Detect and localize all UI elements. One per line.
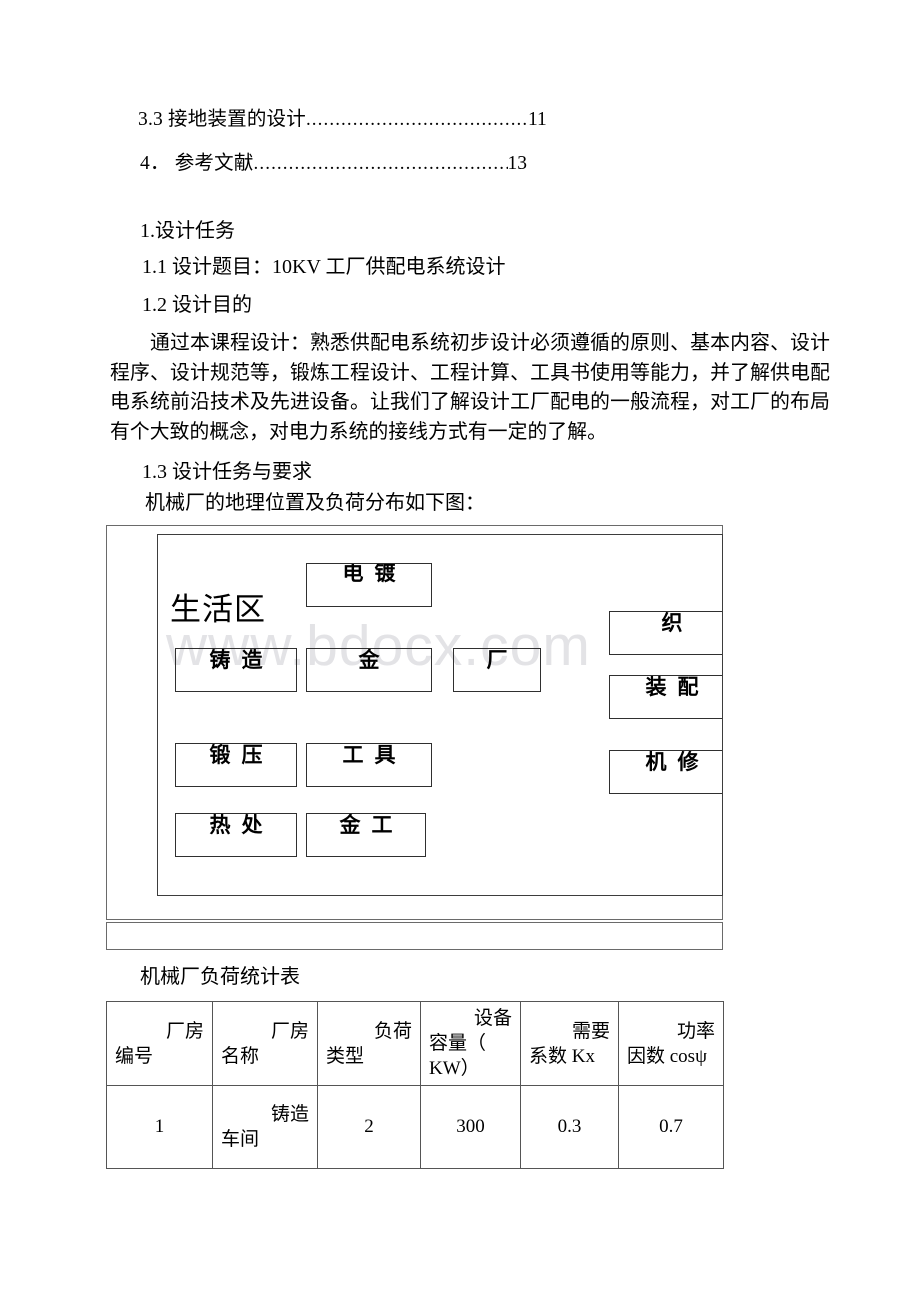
heading-section-1-1: 1.1 设计题目：10KV 工厂供配电系统设计 <box>142 256 506 278</box>
plant-box-label: 装配 <box>645 676 710 699</box>
table-header-plant-number: 厂房 编号 <box>106 1001 213 1086</box>
paragraph-design-purpose: 通过本课程设计：熟悉供配电系统初步设计必须遵循的原则、基本内容、设计程序、设计规… <box>110 332 830 443</box>
table-header-plant-name: 厂房 名称 <box>212 1001 318 1086</box>
plant-box-forging: 锻压 <box>175 743 297 787</box>
load-statistics-table: 厂房 编号 厂房 名称 负荷 类型 设备 容量（ KW） 需要 系数 Kx 功率… <box>106 1001 724 1169</box>
plant-box-label: 厂 <box>486 649 519 672</box>
plant-box-heat-treatment: 热处 <box>175 813 297 857</box>
table-header-load-type: 负荷 类型 <box>317 1001 421 1086</box>
heading-section-1: 1.设计任务 <box>140 220 235 242</box>
plant-box-electroplating: 电镀 <box>306 563 432 607</box>
table-caption: 机械厂负荷统计表 <box>140 966 300 988</box>
zone-label-living-area: 生活区 <box>170 592 266 627</box>
table-header-power-factor: 功率 因数 cosψ <box>618 1001 724 1086</box>
toc-dot-leader: ........................................… <box>305 109 528 130</box>
document-page: 3.3 接地装置的设计.............................… <box>0 0 920 1302</box>
plant-box-machine-repair: 机修 <box>609 750 722 794</box>
plant-box-assembly-hall: 金 <box>306 648 432 692</box>
figure-intro-text: 机械厂的地理位置及负荷分布如下图： <box>145 492 485 514</box>
heading-section-1-2: 1.2 设计目的 <box>142 294 252 316</box>
cell-plant-name: 铸造 车间 <box>212 1085 318 1169</box>
toc-entry-label: 3.3 接地装置的设计 <box>138 109 306 130</box>
toc-entry[interactable]: 3.3 接地装置的设计.............................… <box>138 98 798 142</box>
plant-box-label: 金工 <box>339 814 404 837</box>
cell-plant-number: 1 <box>106 1085 213 1169</box>
plant-box-tooling: 工具 <box>306 743 432 787</box>
cell-capacity: 300 <box>420 1085 521 1169</box>
table-header-row: 厂房 编号 厂房 名称 负荷 类型 设备 容量（ KW） 需要 系数 Kx 功率… <box>106 1001 724 1086</box>
plant-box-label: 热处 <box>209 814 274 837</box>
plant-box-label: 电镀 <box>342 563 407 585</box>
plant-box-label: 机修 <box>645 751 710 774</box>
plant-box-casting: 铸造 <box>175 648 297 692</box>
plant-layout-diagram: www.bdocx.com 生活区 电镀 铸造 金 厂 织 锻压 工具 装配 热… <box>157 534 723 896</box>
plant-box-weaving: 织 <box>609 611 722 655</box>
plant-box-label: 锻压 <box>209 744 274 767</box>
plant-box-label: 工具 <box>342 744 407 767</box>
plant-box-label: 铸造 <box>209 649 274 672</box>
heading-section-1-3: 1.3 设计任务与要求 <box>142 461 312 483</box>
toc-entry[interactable]: 4． 参考文献.................................… <box>138 142 798 186</box>
plant-box-label: 金 <box>358 649 391 672</box>
toc-dot-leader: ........................................… <box>253 153 508 174</box>
table-of-contents: 3.3 接地装置的设计.............................… <box>138 98 798 186</box>
toc-page-number: 13 <box>507 153 528 174</box>
plant-box-factory: 厂 <box>453 648 541 692</box>
cell-demand-factor: 0.3 <box>520 1085 619 1169</box>
table-header-demand-factor: 需要 系数 Kx <box>520 1001 619 1086</box>
toc-entry-label: 4． 参考文献 <box>140 153 254 174</box>
plant-box-fitting: 装配 <box>609 675 722 719</box>
plant-box-label: 织 <box>661 612 694 635</box>
table-row: 1 铸造 车间 2 300 0.3 0.7 <box>106 1085 724 1169</box>
figure-bottom-strip <box>106 922 723 950</box>
cell-load-type: 2 <box>317 1085 421 1169</box>
table-header-capacity: 设备 容量（ KW） <box>420 1001 521 1086</box>
toc-page-number: 11 <box>527 109 547 130</box>
plant-box-metalwork: 金工 <box>306 813 426 857</box>
cell-power-factor: 0.7 <box>618 1085 724 1169</box>
